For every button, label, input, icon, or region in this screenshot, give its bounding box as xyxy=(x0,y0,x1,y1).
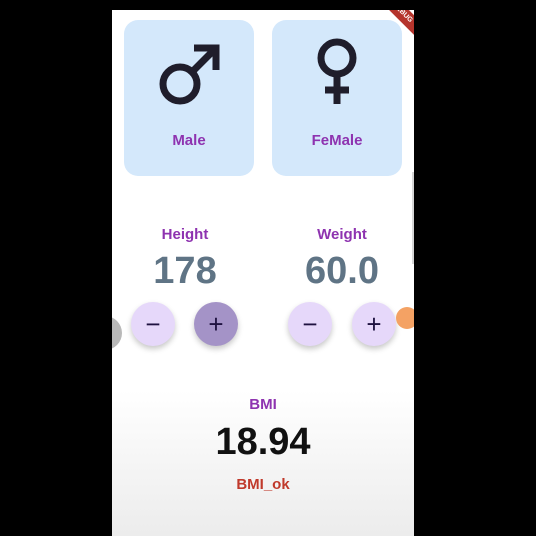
male-symbol-icon xyxy=(159,44,220,105)
weight-decrement-button[interactable]: − xyxy=(288,302,332,346)
minus-icon: − xyxy=(145,309,161,339)
height-increment-button[interactable]: + xyxy=(194,302,238,346)
bmi-label: BMI xyxy=(249,396,277,413)
height-label: Height xyxy=(161,226,209,243)
weight-value: 60.0 xyxy=(305,250,379,292)
plus-icon: + xyxy=(366,309,382,339)
height-value: 178 xyxy=(153,250,217,292)
partial-overlay-button xyxy=(112,316,122,350)
scrollbar[interactable] xyxy=(412,172,414,264)
female-label: FeMale xyxy=(311,132,363,149)
height-decrement-button[interactable]: − xyxy=(131,302,175,346)
bmi-status: BMI_ok xyxy=(236,476,290,493)
minus-icon: − xyxy=(302,309,318,339)
male-label: Male xyxy=(172,132,206,149)
plus-icon: + xyxy=(208,309,224,339)
floating-chip[interactable] xyxy=(396,307,414,329)
bmi-value: 18.94 xyxy=(215,421,311,463)
weight-increment-button[interactable]: + xyxy=(352,302,396,346)
weight-label: Weight xyxy=(317,226,367,243)
female-card[interactable]: FeMale xyxy=(272,20,402,176)
male-card[interactable]: Male xyxy=(124,20,254,176)
app-screen: DEBUG Male FeMale Height 178 Weight 60.0… xyxy=(112,10,414,536)
female-symbol-icon xyxy=(317,38,357,104)
